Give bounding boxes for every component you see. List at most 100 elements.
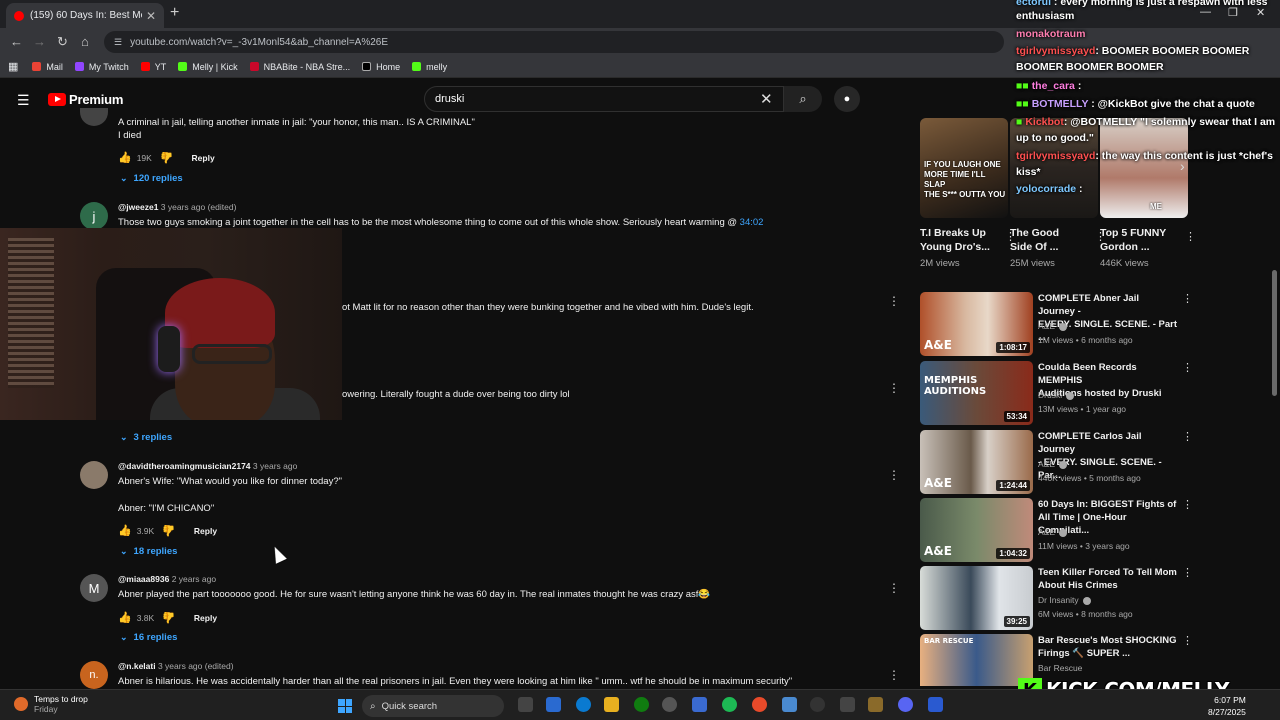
- comment-more-icon[interactable]: ⋮: [888, 294, 900, 308]
- video-title[interactable]: T.I Breaks Up Young Dro's...: [920, 226, 1008, 254]
- channel-name[interactable]: A&E: [1038, 321, 1068, 331]
- video-more-icon[interactable]: ⋮: [1182, 498, 1193, 511]
- video-title[interactable]: Top 5 FUNNY Gordon ...: [1100, 226, 1188, 254]
- view-replies-button[interactable]: ⌄ 18 replies: [120, 546, 177, 557]
- bookmark-twitch[interactable]: My Twitch: [74, 62, 129, 72]
- scrollbar-thumb[interactable]: [1272, 270, 1277, 396]
- file-explorer-icon[interactable]: [604, 697, 619, 712]
- forward-icon[interactable]: →: [33, 34, 46, 49]
- home-icon[interactable]: ⌂: [81, 34, 89, 49]
- apps-icon[interactable]: ▦: [8, 60, 18, 73]
- comment-author[interactable]: @davidtheroamingmusician2174: [118, 461, 251, 471]
- video-thumbnail[interactable]: IF YOU LAUGH ONE MORE TIME I'LL SLAP THE…: [920, 118, 1008, 218]
- view-replies-button[interactable]: ⌄ 3 replies: [120, 432, 172, 443]
- like-icon[interactable]: 👍: [118, 611, 132, 624]
- youtube-logo[interactable]: Premium: [48, 92, 123, 107]
- bookmark-nbabite[interactable]: NBABite - NBA Stre...: [249, 62, 350, 72]
- media-player-icon[interactable]: [810, 697, 825, 712]
- video-thumbnail[interactable]: 39:25: [920, 566, 1033, 630]
- video-more-icon[interactable]: ⋮: [1182, 292, 1193, 305]
- close-tab-icon[interactable]: ✕: [146, 9, 156, 23]
- browser-tab-youtube[interactable]: (159) 60 Days In: Best Mom ✕: [6, 3, 164, 28]
- search-input[interactable]: druski: [424, 86, 784, 112]
- discord-icon[interactable]: [898, 697, 913, 712]
- clear-search-icon[interactable]: ✕: [760, 90, 773, 108]
- app-icon[interactable]: [928, 697, 943, 712]
- video-card[interactable]: IF YOU LAUGH ONE MORE TIME I'LL SLAP THE…: [920, 118, 1016, 269]
- bookmark-mail[interactable]: Mail: [32, 62, 63, 72]
- video-more-icon[interactable]: ⋮: [1182, 634, 1193, 647]
- reload-icon[interactable]: ↻: [57, 34, 68, 50]
- channel-name[interactable]: Dr Insanity: [1038, 595, 1091, 605]
- video-title[interactable]: Teen Killer Forced To Tell Mom About His …: [1038, 566, 1178, 592]
- video-title[interactable]: The Good Side Of ...: [1010, 226, 1098, 254]
- like-icon[interactable]: 👍: [118, 524, 132, 537]
- system-clock[interactable]: 6:07 PM 8/27/2025: [1208, 694, 1246, 718]
- video-more-icon[interactable]: ⋮: [1182, 361, 1193, 374]
- video-thumbnail[interactable]: A&E 1:08:17: [920, 292, 1033, 356]
- video-more-icon[interactable]: ⋮: [1182, 566, 1193, 579]
- like-icon[interactable]: 👍: [118, 151, 132, 164]
- back-icon[interactable]: ←: [10, 34, 23, 49]
- comment-more-icon[interactable]: ⋮: [888, 668, 900, 682]
- steam-icon[interactable]: [662, 697, 677, 712]
- bookmark-home[interactable]: Home: [362, 62, 400, 72]
- reply-button[interactable]: Reply: [194, 526, 217, 536]
- avatar[interactable]: [80, 461, 108, 489]
- copilot-icon[interactable]: [546, 697, 561, 712]
- comment-more-icon[interactable]: ⋮: [888, 581, 900, 595]
- comment-more-icon[interactable]: ⋮: [888, 468, 900, 482]
- view-replies-button[interactable]: ⌄ 120 replies: [120, 173, 183, 184]
- reply-button[interactable]: Reply: [192, 153, 215, 163]
- video-more-icon[interactable]: ⋮: [1182, 430, 1193, 443]
- video-more-icon[interactable]: ⋮: [1185, 230, 1196, 243]
- comment-author[interactable]: @miaaa8936: [118, 574, 169, 584]
- avatar[interactable]: M: [80, 574, 108, 602]
- dislike-icon[interactable]: 👍: [162, 611, 176, 624]
- taskbar-search-input[interactable]: ⌕ Quick search: [362, 695, 504, 717]
- bookmark-melly[interactable]: melly: [412, 62, 447, 72]
- video-thumbnail[interactable]: A&E 1:24:44: [920, 430, 1033, 494]
- suggested-video[interactable]: A&E 1:04:32 60 Days In: BIGGEST Fights o…: [920, 498, 1200, 562]
- bookmark-kick[interactable]: Melly | Kick: [178, 62, 238, 72]
- video-thumbnail[interactable]: A&E 1:04:32: [920, 498, 1033, 562]
- comment-author[interactable]: @n.kelati: [118, 661, 156, 671]
- edge-icon[interactable]: [576, 697, 591, 712]
- channel-name[interactable]: A&E: [1038, 527, 1068, 537]
- task-view-icon[interactable]: [518, 697, 533, 712]
- start-button[interactable]: [338, 699, 352, 713]
- dislike-icon[interactable]: 👍: [160, 151, 174, 164]
- search-button[interactable]: ⌕: [784, 86, 822, 112]
- chrome-icon[interactable]: [752, 697, 767, 712]
- xbox-icon[interactable]: [634, 697, 649, 712]
- store-icon[interactable]: [692, 697, 707, 712]
- bookmark-yt[interactable]: YT: [140, 62, 166, 72]
- video-thumbnail[interactable]: BAR RESCUE: [920, 634, 1033, 686]
- suggested-video[interactable]: A&E 1:24:44 COMPLETE Carlos Jail Journey…: [920, 430, 1200, 494]
- site-info-icon[interactable]: ☰: [114, 37, 122, 48]
- channel-name[interactable]: Druski: [1038, 390, 1075, 400]
- app-icon[interactable]: [840, 697, 855, 712]
- timestamp-link[interactable]: 34:02: [740, 217, 764, 228]
- url-input[interactable]: ☰ youtube.com/watch?v=_-3v1Monl54&ab_cha…: [104, 31, 1004, 53]
- weather-widget[interactable]: Temps to drop Friday: [14, 694, 88, 714]
- channel-name[interactable]: Bar Rescue: [1038, 663, 1082, 673]
- suggested-video[interactable]: MEMPHIS AUDITIONS 53:34 Coulda Been Reco…: [920, 361, 1200, 425]
- avatar[interactable]: j: [80, 202, 108, 230]
- video-thumbnail[interactable]: MEMPHIS AUDITIONS 53:34: [920, 361, 1033, 425]
- comment-more-icon[interactable]: ⋮: [888, 381, 900, 395]
- voice-search-button[interactable]: ●: [834, 86, 860, 112]
- photos-icon[interactable]: [782, 697, 797, 712]
- new-tab-button[interactable]: +: [170, 4, 179, 22]
- spotify-icon[interactable]: [722, 697, 737, 712]
- dislike-icon[interactable]: 👍: [162, 524, 176, 537]
- comment-author[interactable]: @jweeze1: [118, 202, 158, 212]
- avatar[interactable]: n.: [80, 661, 108, 689]
- menu-icon[interactable]: ☰: [17, 92, 30, 109]
- avatar[interactable]: [80, 108, 108, 126]
- channel-name[interactable]: A&E: [1038, 459, 1068, 469]
- suggested-video[interactable]: 39:25 Teen Killer Forced To Tell Mom Abou…: [920, 566, 1200, 630]
- suggested-video[interactable]: A&E 1:08:17 COMPLETE Abner Jail Journey …: [920, 292, 1200, 356]
- app-icon[interactable]: [868, 697, 883, 712]
- view-replies-button[interactable]: ⌄ 16 replies: [120, 632, 177, 643]
